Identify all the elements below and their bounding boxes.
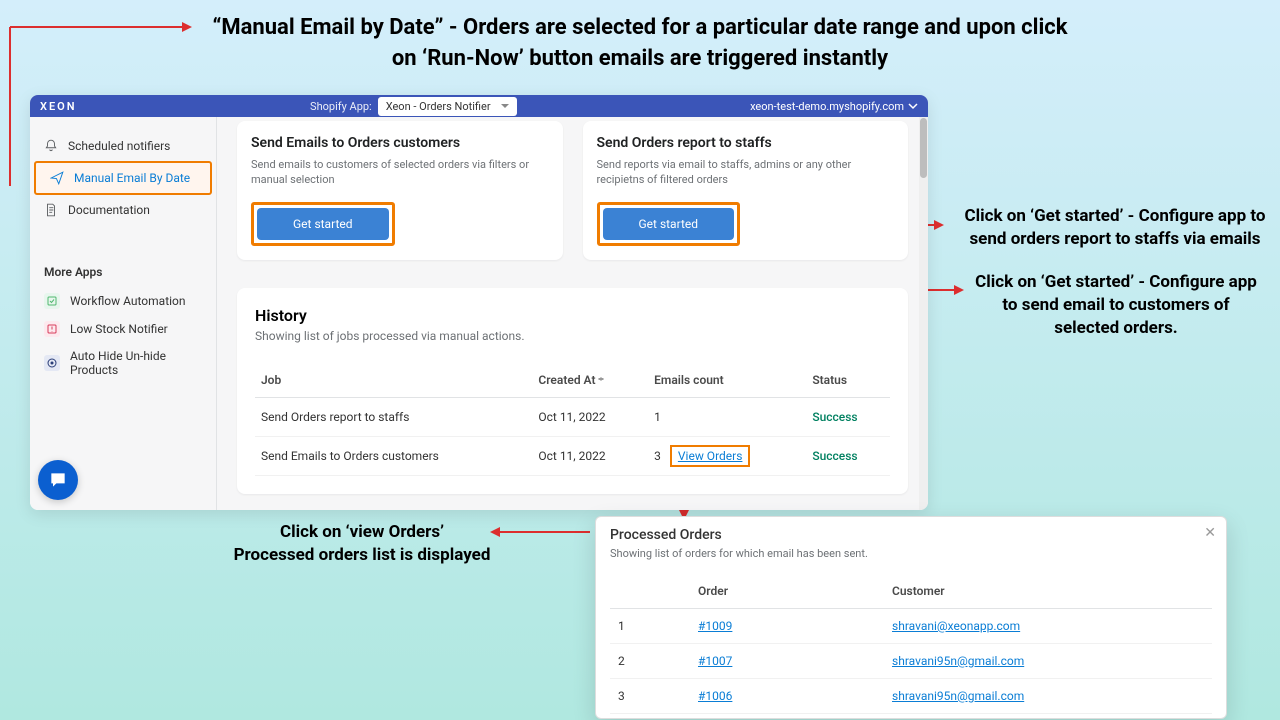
order-link[interactable]: #1007 (698, 654, 732, 668)
sidebar-item-documentation[interactable]: Documentation (30, 195, 216, 225)
cell-count: 1 (648, 397, 806, 436)
cta-highlight: Get started (597, 202, 741, 246)
lowstock-icon (44, 321, 60, 337)
cell-count: 3 View Orders (648, 436, 806, 475)
annotation-bottom: Click on ‘view Orders’ Processed orders … (232, 521, 492, 567)
history-title: History (255, 306, 890, 325)
chat-button[interactable] (38, 460, 78, 500)
bell-icon (44, 139, 58, 153)
app-link-workflow[interactable]: Workflow Automation (30, 287, 216, 315)
modal-table: Order Customer 1 #1009 shravani@xeonapp.… (610, 574, 1212, 714)
customer-link[interactable]: shravani95n@gmail.com (892, 654, 1024, 668)
col-job: Job (255, 363, 532, 398)
app-link-label: Auto Hide Un-hide Products (70, 349, 202, 377)
sidebar-item-label: Documentation (68, 203, 150, 217)
document-icon (44, 203, 58, 217)
workflow-icon (44, 293, 60, 309)
app-dropdown-label: Shopify App: (310, 100, 372, 113)
card-row: Send Emails to Orders customers Send ema… (217, 117, 928, 274)
history-table: Job Created At Emails count Status Send … (255, 363, 890, 476)
table-row: 2 #1007 shravani95n@gmail.com (610, 644, 1212, 679)
modal-subtitle: Showing list of orders for which email h… (610, 547, 1212, 560)
history-subtitle: Showing list of jobs processed via manua… (255, 329, 890, 343)
card-desc: Send reports via email to staffs, admins… (597, 157, 895, 188)
col-customer: Customer (852, 574, 1212, 609)
cell-idx: 2 (610, 644, 658, 679)
cell-created: Oct 11, 2022 (532, 436, 648, 475)
view-orders-link[interactable]: View Orders (678, 449, 743, 463)
cell-created: Oct 11, 2022 (532, 397, 648, 436)
sidebar: Scheduled notifiers Manual Email By Date… (30, 117, 217, 510)
scrollbar-thumb[interactable] (920, 118, 927, 178)
autohide-icon (44, 355, 60, 371)
order-link[interactable]: #1009 (698, 619, 732, 633)
order-link[interactable]: #1006 (698, 689, 732, 703)
app-link-autohide[interactable]: Auto Hide Un-hide Products (30, 343, 216, 383)
view-orders-highlight: View Orders (670, 445, 751, 467)
sort-icon (598, 374, 606, 384)
cell-status: Success (806, 397, 890, 436)
card-desc: Send emails to customers of selected ord… (251, 157, 549, 188)
card-send-customers: Send Emails to Orders customers Send ema… (237, 121, 563, 260)
cell-idx: 3 (610, 679, 658, 714)
customer-link[interactable]: shravani@xeonapp.com (892, 619, 1020, 633)
paper-plane-icon (50, 171, 64, 185)
card-title: Send Emails to Orders customers (251, 135, 549, 151)
sidebar-item-scheduled[interactable]: Scheduled notifiers (30, 131, 216, 161)
annotation-right-1: Click on ‘Get started’ - Configure app t… (962, 205, 1268, 251)
cell-job: Send Emails to Orders customers (255, 436, 532, 475)
chevron-down-icon (908, 101, 918, 111)
shop-dropdown[interactable]: xeon-test-demo.myshopify.com (750, 100, 918, 113)
scrollbar-track[interactable] (919, 117, 928, 510)
title-bar: XEON Shopify App: Xeon - Orders Notifier… (30, 95, 928, 117)
top-annotation: “Manual Email by Date” - Orders are sele… (200, 13, 1080, 75)
cell-job: Send Orders report to staffs (255, 397, 532, 436)
col-order: Order (658, 574, 852, 609)
col-created[interactable]: Created At (532, 363, 648, 398)
card-send-staffs: Send Orders report to staffs Send report… (583, 121, 909, 260)
shop-url: xeon-test-demo.myshopify.com (750, 100, 904, 113)
col-idx (610, 574, 658, 609)
cta-highlight: Get started (251, 202, 395, 246)
close-icon[interactable]: ✕ (1204, 525, 1216, 541)
sidebar-item-manual-email[interactable]: Manual Email By Date (34, 161, 212, 195)
customer-link[interactable]: shravani95n@gmail.com (892, 689, 1024, 703)
table-row: 1 #1009 shravani@xeonapp.com (610, 609, 1212, 644)
get-started-staffs-button[interactable]: Get started (603, 208, 735, 240)
card-title: Send Orders report to staffs (597, 135, 895, 151)
app-link-lowstock[interactable]: Low Stock Notifier (30, 315, 216, 343)
app-body: Scheduled notifiers Manual Email By Date… (30, 117, 928, 510)
get-started-customers-button[interactable]: Get started (257, 208, 389, 240)
history-panel: History Showing list of jobs processed v… (237, 288, 908, 494)
table-row: Send Orders report to staffs Oct 11, 202… (255, 397, 890, 436)
sidebar-item-label: Scheduled notifiers (68, 139, 170, 153)
app-window: XEON Shopify App: Xeon - Orders Notifier… (30, 95, 928, 510)
cell-idx: 1 (610, 609, 658, 644)
col-status: Status (806, 363, 890, 398)
chat-icon (48, 470, 68, 490)
modal-title: Processed Orders (610, 527, 1212, 543)
processed-orders-modal: ✕ Processed Orders Showing list of order… (595, 516, 1227, 719)
table-row: Send Emails to Orders customers Oct 11, … (255, 436, 890, 475)
col-count: Emails count (648, 363, 806, 398)
cell-status: Success (806, 436, 890, 475)
table-row: 3 #1006 shravani95n@gmail.com (610, 679, 1212, 714)
main-content: Send Emails to Orders customers Send ema… (217, 117, 928, 510)
app-link-label: Workflow Automation (70, 294, 186, 308)
app-link-label: Low Stock Notifier (70, 322, 168, 336)
more-apps-heading: More Apps (30, 225, 216, 287)
app-dropdown[interactable]: Xeon - Orders Notifier (378, 97, 517, 116)
brand-label: XEON (40, 100, 77, 113)
sidebar-item-label: Manual Email By Date (74, 171, 190, 185)
annotation-right-2: Click on ‘Get started’ - Configure app t… (972, 271, 1260, 340)
